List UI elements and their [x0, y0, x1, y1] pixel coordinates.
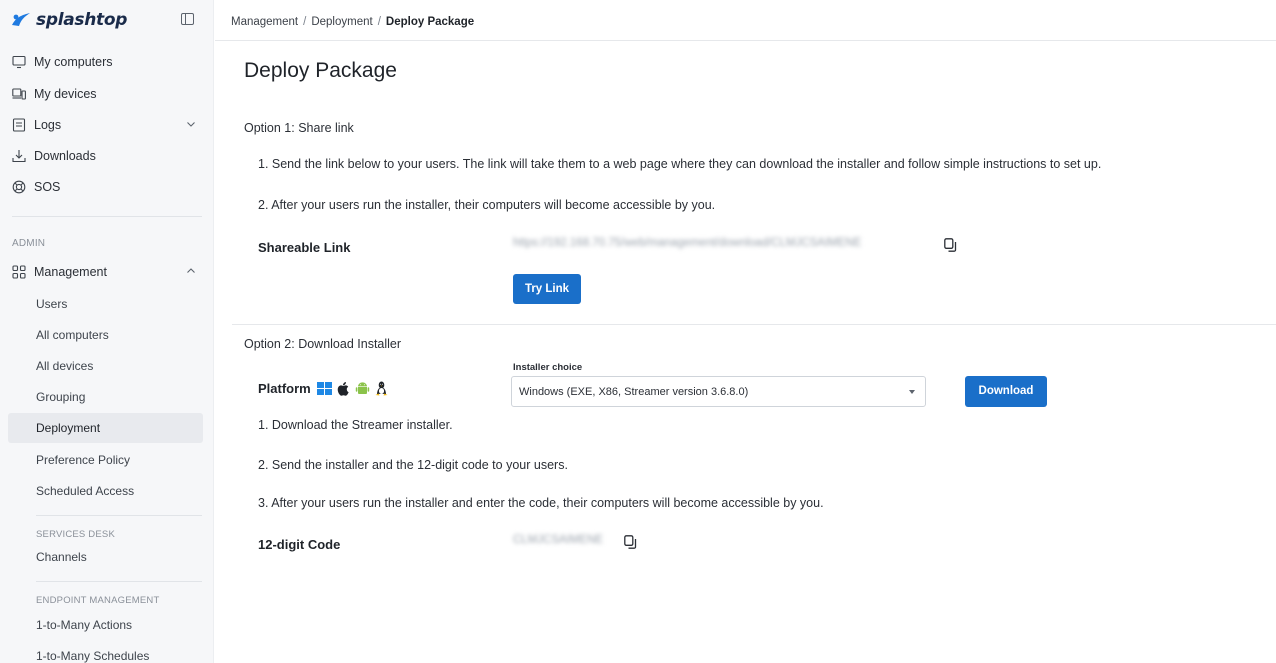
option1-step2: 2. After your users run the installer, t…: [258, 198, 716, 212]
sidebar-subitem-1-to-many-schedules[interactable]: 1-to-Many Schedules: [8, 641, 203, 663]
shareable-link-value[interactable]: https://192.168.70.75/web/management/dow…: [513, 237, 861, 249]
logs-icon: [12, 118, 26, 132]
monitor-icon: [12, 55, 26, 69]
splashtop-logo-icon: [12, 13, 30, 26]
copy-code-icon[interactable]: [624, 535, 637, 549]
services-desk-label: SERVICES DESK: [36, 529, 115, 540]
sidebar-divider: [36, 581, 202, 582]
code-value[interactable]: CLMJCSAIMENE: [513, 534, 603, 546]
sidebar-subitem-grouping[interactable]: Grouping: [8, 382, 203, 412]
sidebar-item-downloads[interactable]: Downloads: [0, 141, 214, 171]
sidebar: splashtop My computers My devices Logs D…: [0, 0, 214, 663]
copy-link-icon[interactable]: [944, 238, 957, 252]
sidebar-collapse-icon[interactable]: [181, 13, 194, 25]
breadcrumb-separator: /: [377, 16, 381, 28]
breadcrumb-separator: /: [303, 16, 307, 28]
installer-choice-value: Windows (EXE, X86, Streamer version 3.6.…: [519, 386, 749, 398]
option2-step3: 3. After your users run the installer an…: [258, 496, 824, 510]
platform-row: Platform: [258, 380, 392, 397]
option2-title: Option 2: Download Installer: [244, 337, 402, 351]
sidebar-subitem-label: 1-to-Many Actions: [36, 618, 133, 632]
devices-icon: [12, 88, 26, 100]
breadcrumb-item-deployment[interactable]: Deployment: [311, 16, 372, 28]
grid-icon: [12, 265, 26, 279]
sidebar-item-logs[interactable]: Logs: [0, 110, 214, 140]
sidebar-subitem-channels[interactable]: Channels: [8, 542, 203, 572]
download-button[interactable]: Download: [965, 376, 1047, 407]
breadcrumb: Management / Deployment / Deploy Package: [231, 16, 474, 28]
installer-choice-select[interactable]: Windows (EXE, X86, Streamer version 3.6.…: [511, 376, 926, 407]
sidebar-subitem-label: Scheduled Access: [36, 484, 135, 498]
try-link-button[interactable]: Try Link: [513, 274, 581, 304]
sidebar-subitem-preference-policy[interactable]: Preference Policy: [8, 445, 203, 475]
code-label: 12-digit Code: [258, 537, 341, 552]
chevron-up-icon: [187, 268, 195, 273]
page-title: Deploy Package: [244, 59, 397, 82]
admin-section-label: ADMIN: [12, 238, 46, 249]
sidebar-subitem-label: 1-to-Many Schedules: [36, 649, 150, 663]
shareable-link-label: Shareable Link: [258, 240, 351, 255]
top-bar: Management / Deployment / Deploy Package: [215, 0, 1276, 41]
windows-icon[interactable]: [316, 380, 333, 397]
sidebar-subitem-scheduled-access[interactable]: Scheduled Access: [8, 476, 203, 506]
sidebar-item-my-computers[interactable]: My computers: [0, 47, 214, 77]
download-icon: [12, 150, 26, 163]
apple-icon[interactable]: [335, 380, 352, 397]
brand-logo[interactable]: splashtop: [10, 8, 127, 32]
brand-name: splashtop: [36, 10, 128, 30]
sidebar-subitem-label: Preference Policy: [36, 453, 131, 467]
chevron-down-icon: [187, 122, 195, 127]
sidebar-divider: [12, 216, 202, 217]
sidebar-subitem-label: Users: [36, 297, 68, 311]
sidebar-item-label: Management: [34, 265, 107, 279]
option2-step2: 2. Send the installer and the 12-digit c…: [258, 458, 568, 472]
sidebar-subitem-deployment[interactable]: Deployment: [8, 413, 203, 443]
sidebar-item-label: Downloads: [34, 149, 96, 163]
installer-choice-label: Installer choice: [513, 362, 583, 373]
option1-step1: 1. Send the link below to your users. Th…: [258, 157, 1102, 171]
sidebar-subitem-label: All computers: [36, 328, 109, 342]
sidebar-subitem-label: Grouping: [36, 390, 86, 404]
caret-down-icon: [909, 390, 915, 394]
sidebar-subitem-label: Channels: [36, 550, 87, 564]
sidebar-item-label: My computers: [34, 55, 113, 69]
sidebar-item-management[interactable]: Management: [0, 257, 214, 287]
sidebar-item-label: Logs: [34, 118, 62, 132]
option2-step1: 1. Download the Streamer installer.: [258, 418, 453, 432]
breadcrumb-current: Deploy Package: [385, 16, 475, 28]
android-icon[interactable]: [354, 380, 371, 397]
sidebar-subitem-users[interactable]: Users: [8, 289, 203, 319]
linux-icon[interactable]: [373, 380, 390, 397]
sidebar-item-label: SOS: [34, 180, 61, 194]
sidebar-item-label: My devices: [34, 87, 97, 101]
endpoint-management-label: ENDPOINT MANAGEMENT: [36, 595, 160, 606]
section-divider: [232, 324, 1276, 325]
sidebar-subitem-1-to-many-actions[interactable]: 1-to-Many Actions: [8, 610, 203, 640]
sidebar-item-my-devices[interactable]: My devices: [0, 79, 214, 109]
breadcrumb-item-management[interactable]: Management: [231, 16, 298, 28]
sidebar-subitem-label: Deployment: [36, 421, 101, 435]
sidebar-divider: [36, 515, 202, 516]
sidebar-subitem-all-devices[interactable]: All devices: [8, 351, 203, 381]
sos-icon: [12, 180, 26, 194]
sidebar-subitem-label: All devices: [36, 359, 94, 373]
platform-label: Platform: [258, 381, 311, 396]
sidebar-subitem-all-computers[interactable]: All computers: [8, 320, 203, 350]
sidebar-item-sos[interactable]: SOS: [0, 172, 214, 202]
option1-title: Option 1: Share link: [244, 121, 354, 135]
